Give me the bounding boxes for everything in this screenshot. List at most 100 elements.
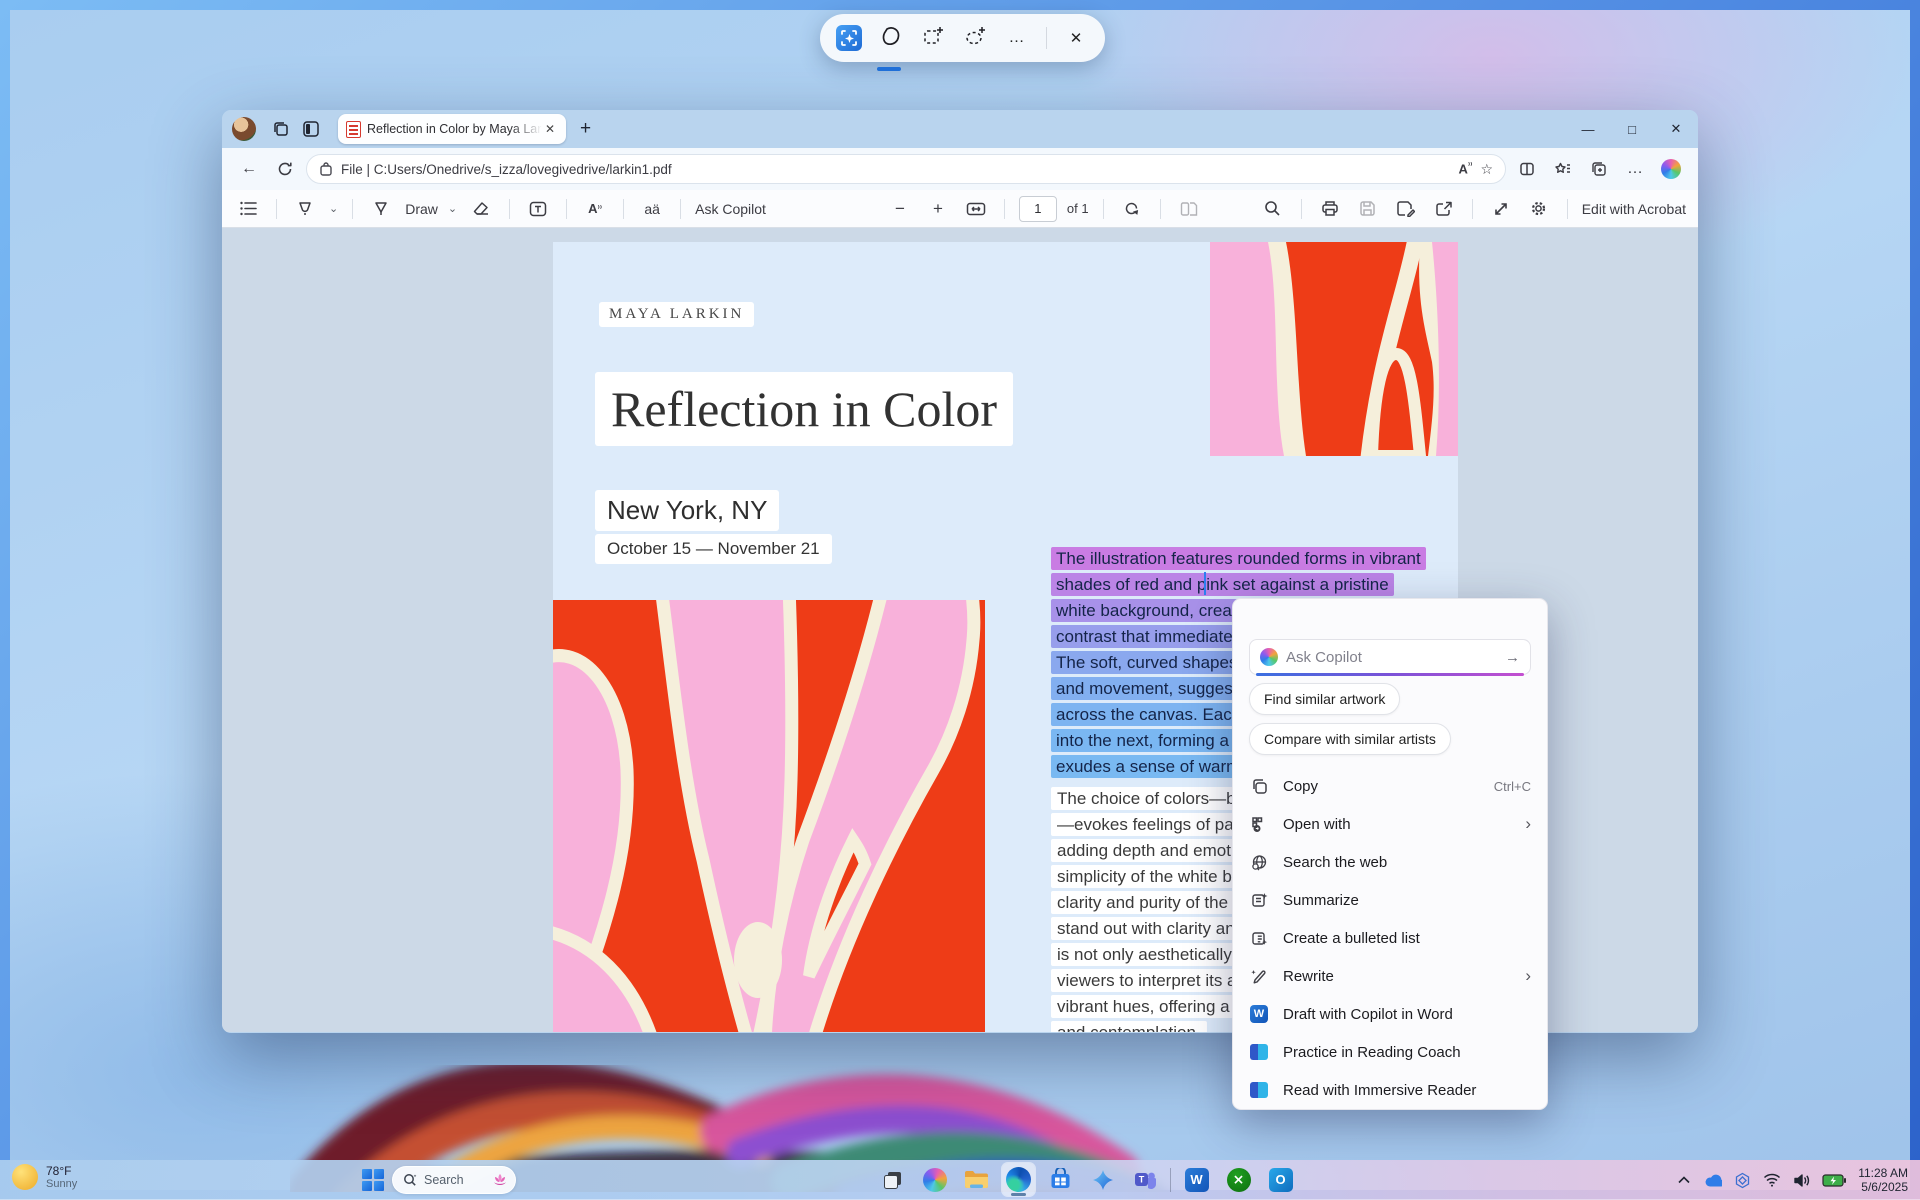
edge-taskbar-button[interactable]: [1002, 1163, 1035, 1196]
start-button[interactable]: [362, 1169, 384, 1191]
selected-text-line[interactable]: The illustration features rounded forms …: [1051, 547, 1426, 570]
close-window-button[interactable]: ✕: [1654, 110, 1698, 148]
xbox-button[interactable]: ⨯: [1222, 1163, 1255, 1196]
selected-text-line[interactable]: into the next, forming a co: [1051, 729, 1257, 752]
edge-icon: [1006, 1167, 1031, 1192]
save-button[interactable]: [1354, 195, 1382, 223]
windows-security-icon[interactable]: [1734, 1172, 1751, 1189]
m365-copilot-button[interactable]: [1086, 1163, 1119, 1196]
menu-item-search-the-web[interactable]: Search the web: [1233, 843, 1547, 881]
split-screen-button[interactable]: [1512, 154, 1542, 184]
selected-text-line[interactable]: shades of red and pink set against a pri…: [1051, 573, 1394, 596]
fit-to-width-button[interactable]: [962, 195, 990, 223]
menu-item-summarize[interactable]: Summarize: [1233, 881, 1547, 919]
rotate-button[interactable]: [1118, 195, 1146, 223]
page-view-button[interactable]: [1175, 195, 1203, 223]
maximize-button[interactable]: □: [1610, 110, 1654, 148]
weather-widget[interactable]: 78°F Sunny: [12, 1164, 77, 1190]
artist-name: MAYA LARKIN: [599, 302, 754, 327]
favorites-button[interactable]: [1548, 154, 1578, 184]
page-number-input[interactable]: [1019, 196, 1057, 222]
translate-button[interactable]: aä: [638, 195, 666, 223]
tray-expand-chevron[interactable]: [1678, 1176, 1690, 1184]
task-view-button[interactable]: [876, 1163, 909, 1196]
selected-text-line[interactable]: contrast that immediately: [1051, 625, 1250, 648]
submenu-chevron-icon: ›: [1525, 814, 1531, 834]
profile-avatar[interactable]: [232, 117, 256, 141]
paragraph-line: simplicity of the white bac: [1051, 865, 1256, 888]
fullscreen-button[interactable]: [1487, 195, 1515, 223]
circle-select-button[interactable]: [962, 25, 988, 51]
share-button[interactable]: [1430, 195, 1458, 223]
suggestion-compare-artists[interactable]: Compare with similar artists: [1249, 723, 1451, 755]
collections-button[interactable]: [1584, 154, 1614, 184]
menu-item-reading-coach[interactable]: Practice in Reading Coach: [1233, 1033, 1547, 1071]
suggestion-find-similar-artwork[interactable]: Find similar artwork: [1249, 683, 1400, 715]
ask-copilot-button[interactable]: Ask Copilot: [695, 201, 766, 217]
menu-item-draft-with-copilot-word[interactable]: W Draft with Copilot in Word: [1233, 995, 1547, 1033]
pdf-settings-button[interactable]: [1525, 195, 1553, 223]
print-button[interactable]: [1316, 195, 1344, 223]
pdf-read-aloud-button[interactable]: A⁾⁾: [581, 195, 609, 223]
volume-icon[interactable]: [1793, 1173, 1810, 1188]
read-aloud-icon[interactable]: A⁾⁾: [1458, 161, 1472, 176]
more-options-button[interactable]: …: [1004, 25, 1030, 51]
zoom-in-button[interactable]: +: [924, 195, 952, 223]
zoom-out-button[interactable]: −: [886, 195, 914, 223]
menu-item-immersive-reader[interactable]: Read with Immersive Reader: [1233, 1071, 1547, 1109]
paragraph-line: adding depth and emotio: [1051, 839, 1250, 862]
teams-icon: T: [1133, 1169, 1157, 1191]
selected-text-line[interactable]: white background, creatin: [1051, 599, 1255, 622]
table-of-contents-button[interactable]: [234, 195, 262, 223]
tab-close-icon[interactable]: ✕: [542, 122, 558, 136]
draw-label[interactable]: Draw: [405, 201, 438, 217]
selected-text-line[interactable]: and movement, suggestin: [1051, 677, 1256, 700]
click-to-do-button[interactable]: [836, 25, 862, 51]
draw-pen-icon[interactable]: [367, 195, 395, 223]
add-text-button[interactable]: [524, 195, 552, 223]
word-icon: W: [1249, 1004, 1269, 1024]
taskbar-clock[interactable]: 11:28 AM 5/6/2025: [1858, 1166, 1908, 1194]
microsoft-store-button[interactable]: [1044, 1163, 1077, 1196]
menu-item-create-bulleted-list[interactable]: Create a bulleted list: [1233, 919, 1547, 957]
taskbar-search[interactable]: Search: [392, 1166, 516, 1194]
copilot-icon: [1661, 159, 1681, 179]
workspaces-button[interactable]: [266, 114, 296, 144]
refresh-button[interactable]: [270, 154, 300, 184]
tab-actions-button[interactable]: [296, 114, 326, 144]
wifi-icon[interactable]: [1763, 1173, 1781, 1187]
onedrive-icon[interactable]: [1702, 1174, 1722, 1187]
outlook-button[interactable]: O: [1264, 1163, 1297, 1196]
copilot-app-button[interactable]: [918, 1163, 951, 1196]
menu-item-open-with[interactable]: Open with ›: [1233, 805, 1547, 843]
eraser-button[interactable]: [467, 195, 495, 223]
back-button[interactable]: ←: [234, 154, 264, 184]
menu-item-copy[interactable]: Copy Ctrl+C: [1233, 767, 1547, 805]
new-tab-button[interactable]: +: [580, 118, 591, 140]
address-bar[interactable]: File | C:Users/Onedrive/s_izza/lovegived…: [306, 154, 1506, 184]
ask-copilot-input[interactable]: Ask Copilot →: [1249, 639, 1531, 675]
rectangle-select-button[interactable]: [920, 25, 946, 51]
settings-menu-button[interactable]: …: [1620, 154, 1650, 184]
teams-button[interactable]: T: [1128, 1163, 1161, 1196]
copilot-button[interactable]: [1656, 154, 1686, 184]
word-button[interactable]: W: [1180, 1163, 1213, 1196]
highlighter-chevron-icon[interactable]: ⌄: [329, 202, 338, 215]
search-document-button[interactable]: [1259, 195, 1287, 223]
submit-arrow-icon[interactable]: →: [1505, 649, 1520, 666]
browser-tab-active[interactable]: Reflection in Color by Maya Larki ✕: [338, 114, 566, 144]
highlighter-button[interactable]: [291, 195, 319, 223]
draw-chevron-icon[interactable]: ⌄: [448, 202, 457, 215]
selected-text-line[interactable]: exudes a sense of warmth: [1051, 755, 1259, 778]
save-as-button[interactable]: [1392, 195, 1420, 223]
edit-with-acrobat-button[interactable]: Edit with Acrobat: [1582, 201, 1686, 217]
paragraph-line: stand out with clarity and: [1051, 917, 1250, 940]
file-explorer-button[interactable]: [960, 1163, 993, 1196]
favorite-star-icon[interactable]: ☆: [1480, 161, 1493, 178]
desktop: … ✕ Reflection in Color by Maya Larki ✕: [0, 0, 1920, 1200]
close-icon: ✕: [1070, 29, 1083, 47]
freeform-select-button[interactable]: [878, 25, 904, 51]
minimize-button[interactable]: —: [1566, 110, 1610, 148]
menu-item-rewrite[interactable]: Rewrite ›: [1233, 957, 1547, 995]
close-toolbar-button[interactable]: ✕: [1063, 25, 1089, 51]
